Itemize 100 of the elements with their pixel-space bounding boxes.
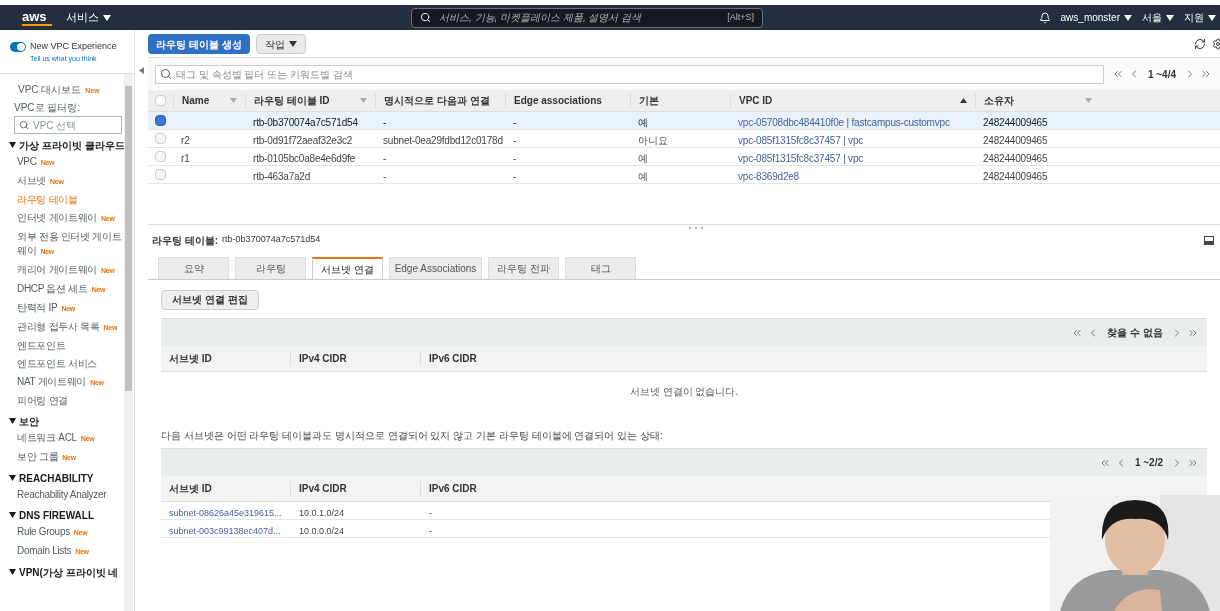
refresh-icon[interactable] <box>1194 38 1206 50</box>
notifications-icon[interactable] <box>1038 11 1051 24</box>
column-header: 명시적으로 다음과 연결 <box>384 94 490 108</box>
edit-subnet-associations-button[interactable]: 서브넷 연결 편집 <box>161 289 259 310</box>
search-placeholder: 서비스, 기능, 마켓플레이스 제품, 설명서 검색 <box>439 11 643 25</box>
search-field[interactable]: 서비스, 기능, 마켓플레이스 제품, 설명서 검색 [Alt+S] <box>411 7 763 28</box>
field-placeholder: VPC 선택 <box>33 118 77 133</box>
table-cell: r1 <box>181 152 190 164</box>
table-cell: 248244009465 <box>983 116 1048 128</box>
create-route-table-button[interactable]: 라우팅 테이블 생성 <box>148 34 250 54</box>
column-header: IPv4 CIDR <box>291 481 421 496</box>
caret-icon <box>1166 14 1174 21</box>
column-header: Edge associations <box>514 94 602 108</box>
table-row[interactable]: rtb-463a7a2d - - 예 vpc-8369d2e8 248244009465 <box>148 166 1220 184</box>
toggle-switch[interactable] <box>10 41 26 52</box>
column-header: VPC ID <box>739 94 773 108</box>
table-row[interactable]: rtb-0b370074a7c571d54 - - 예 vpc-05708dbc484410f0e | fastcampus-customvpc 248244009465 <box>148 112 1220 130</box>
filter-field[interactable]: 태그 및 속성별 필터 또는 키워드별 검색 <box>155 64 1104 84</box>
sidebar-section-header[interactable]: 가상 프라이빗 클라우드 <box>0 137 124 153</box>
detail-value: rtb-0b370074a7c571d54 <box>222 233 321 247</box>
actions-button[interactable]: 작업 <box>255 34 306 54</box>
caret-icon <box>288 41 297 47</box>
table-cell: - <box>383 170 387 182</box>
toggle-label: New VPC Experience <box>30 40 117 53</box>
caret-icon <box>9 569 16 575</box>
support-menu[interactable]: 지원 <box>1184 10 1220 25</box>
table-cell: - <box>513 170 517 182</box>
column-menu-icon[interactable] <box>360 98 367 103</box>
table-cell: 예 <box>638 170 648 182</box>
sort-ascending-icon[interactable] <box>960 98 967 103</box>
resize-handle-icon[interactable] <box>688 226 704 230</box>
tab[interactable]: 서브넷 연결 <box>312 257 383 279</box>
tab[interactable]: 요약 <box>158 257 229 279</box>
implicit-associations-note: 다음 서브넷은 어떤 라우팅 테이블과도 명시적으로 연결되어 있지 않고 기본 라우팅 테이블에 연결되어 있는 상태: <box>161 429 663 443</box>
select-all-checkbox[interactable] <box>155 95 166 106</box>
column-header: IPv6 CIDR <box>428 352 478 366</box>
caret-icon <box>1124 14 1132 21</box>
pagination-text: 찾을 수 없음 <box>1106 326 1164 340</box>
table-cell: - <box>513 152 517 164</box>
table-cell: 아니요 <box>638 134 668 146</box>
caret-icon <box>9 512 16 518</box>
table-cell: rtb-0105bc0a8e4e6d9fe <box>253 152 355 164</box>
sidebar-item[interactable]: Reachability Analyzer <box>0 486 124 504</box>
search-icon <box>19 120 29 130</box>
last-page-icon[interactable] <box>1200 68 1212 80</box>
scrollbar[interactable] <box>124 74 133 611</box>
collapse-sidebar-icon[interactable] <box>139 67 144 74</box>
sidebar-item[interactable]: 엔드포인트 서비스 <box>0 355 124 373</box>
column-header: 기본 <box>639 94 659 108</box>
column-menu-icon[interactable] <box>1085 98 1092 103</box>
vpc-link[interactable]: vpc-05708dbc484410f0e | fastcampus-customvpc <box>738 116 950 128</box>
tab[interactable]: 라우팅 전파 <box>488 257 559 279</box>
region-menu[interactable]: 서울 <box>1142 10 1174 25</box>
table-cell: rtb-463a7a2d <box>253 170 311 182</box>
panel-layout-icon[interactable] <box>1204 235 1214 245</box>
tab[interactable]: Edge Associations <box>389 257 482 279</box>
table-cell: 10.0.1.0/24 <box>299 507 345 518</box>
caret-icon <box>1208 14 1216 21</box>
search-icon <box>420 12 431 23</box>
pagination-text: 1 ~4/4 <box>1146 67 1177 82</box>
table-cell: rtb-0b370074a7c571d54 <box>253 116 358 128</box>
table-cell: - <box>383 152 387 164</box>
caret-icon <box>9 142 16 148</box>
column-header: 서브넷 ID <box>161 351 291 366</box>
caret-icon <box>103 14 111 21</box>
filter-label: VPC로 필터링: <box>13 101 82 115</box>
vpc-link[interactable]: vpc-085f1315fc8c37457 | vpc <box>738 152 864 164</box>
column-header: 소유자 <box>984 94 1014 108</box>
tab[interactable]: 라우팅 <box>235 257 306 279</box>
subnet-link[interactable]: subnet-003c99138ec407d... <box>169 525 281 536</box>
table-row[interactable]: r2 rtb-0d91f72aeaf32e3c2 subnet-0ea29fdbd12c0178d - 아니요 vpc-085f1315fc8c37457 | vpc 248244009465 <box>148 130 1220 148</box>
empty-message: 서브넷 연결이 없습니다. <box>629 384 739 399</box>
table-cell: subnet-0ea29fdbd12c0178d <box>383 134 503 146</box>
column-header: IPv6 CIDR <box>428 482 478 496</box>
sidebar-section-header[interactable]: 보안 <box>0 413 39 429</box>
column-menu-icon[interactable] <box>230 98 237 103</box>
table-row[interactable]: r1 rtb-0105bc0a8e4e6d9fe - - 예 vpc-085f1315fc8c37457 | vpc 248244009465 <box>148 148 1220 166</box>
row-checkbox[interactable] <box>155 115 166 126</box>
sidebar-section-header[interactable]: REACHABILITY <box>0 470 94 486</box>
subnet-link[interactable]: subnet-08626a45e319615... <box>169 507 282 518</box>
table-cell: 248244009465 <box>983 152 1048 164</box>
sidebar-section-header[interactable]: VPN(가상 프라이빗 네 <box>0 564 119 580</box>
vpc-link[interactable]: vpc-085f1315fc8c37457 | vpc <box>738 134 864 146</box>
detail-label: 라우팅 테이블: <box>152 233 219 248</box>
table-cell: - <box>429 525 432 536</box>
sidebar-section-header[interactable]: DNS FIREWALL <box>0 507 94 523</box>
column-header: 서브넷 ID <box>161 481 291 496</box>
column-header: Name <box>182 94 210 108</box>
search-icon <box>160 68 172 80</box>
logo[interactable]: aws <box>22 9 52 26</box>
vpc-link[interactable]: vpc-8369d2e8 <box>738 170 799 182</box>
services-menu[interactable]: 서비스 <box>66 9 111 26</box>
table-cell: - <box>429 507 432 518</box>
pagination-text: 1 ~2/2 <box>1133 456 1164 470</box>
account-menu[interactable]: aws_monster <box>1060 10 1132 25</box>
table-cell: 10.0.0.0/24 <box>299 525 345 536</box>
sidebar-item[interactable]: 피어링 연결 <box>0 392 124 410</box>
sidebar-item[interactable]: 엔드포인트 <box>0 337 124 355</box>
tab[interactable]: 태그 <box>565 257 636 279</box>
table-cell: 248244009465 <box>983 134 1048 146</box>
